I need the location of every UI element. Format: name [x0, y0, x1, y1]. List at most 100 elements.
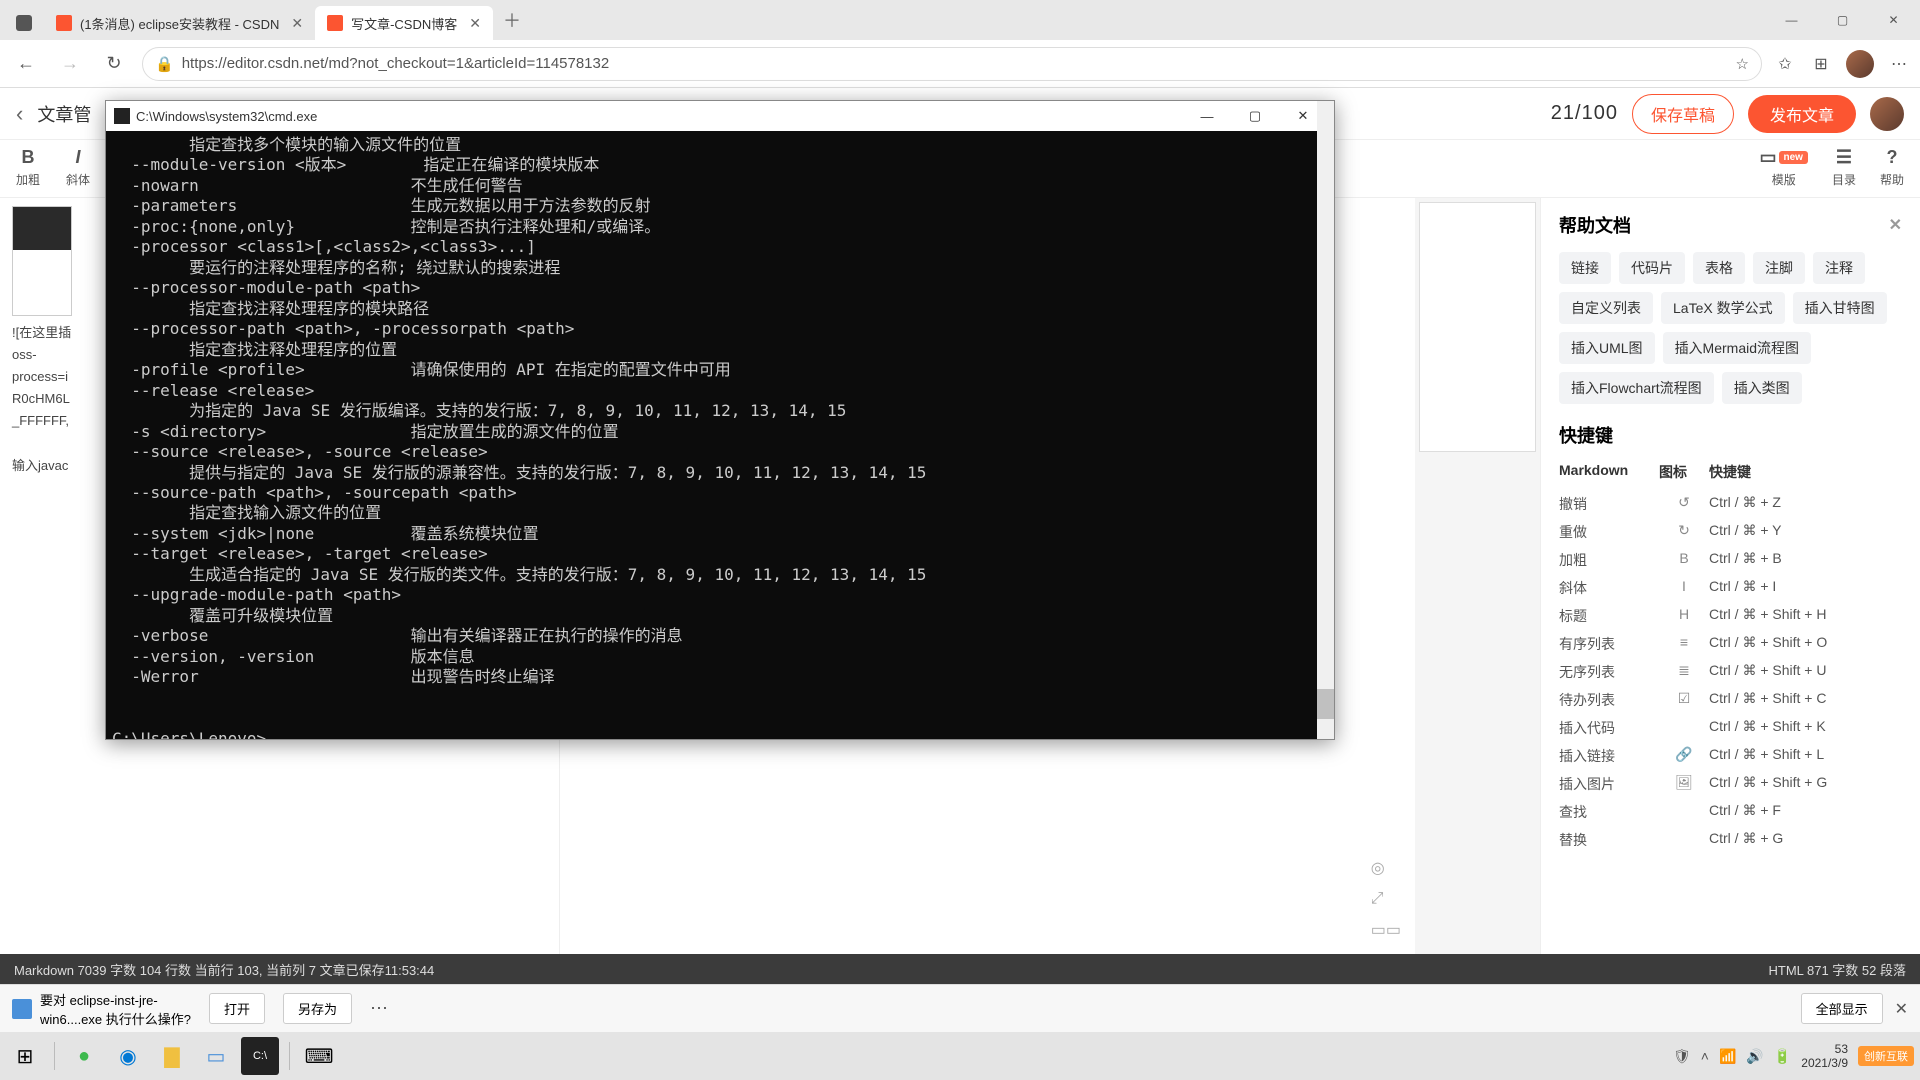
lock-icon: 🔒	[155, 55, 174, 73]
csdn-icon	[327, 15, 343, 31]
help-chip[interactable]: 表格	[1693, 252, 1745, 284]
shortcut-header: Markdown 图标 快捷键	[1559, 458, 1902, 486]
bold-label: 加粗	[16, 171, 40, 188]
watermark: 创新互联	[1858, 1046, 1914, 1066]
back-button[interactable]: ←	[10, 48, 42, 80]
forward-button[interactable]: →	[54, 48, 86, 80]
italic-button[interactable]: I 斜体	[66, 146, 90, 188]
wechat-icon[interactable]: ●	[65, 1037, 103, 1075]
start-button[interactable]: ⊞	[6, 1037, 44, 1075]
cmd-titlebar[interactable]: C:\Windows\system32\cmd.exe — ▢ ✕	[106, 101, 1334, 131]
new-tab-button[interactable]: ＋	[493, 7, 531, 33]
settings-icon[interactable]: ▭	[197, 1037, 235, 1075]
minimap-thumb[interactable]	[1419, 202, 1536, 452]
help-chip[interactable]: 插入甘特图	[1793, 292, 1887, 324]
cmd-window[interactable]: C:\Windows\system32\cmd.exe — ▢ ✕ 指定查找多个…	[105, 100, 1335, 740]
favorites-icon[interactable]: ✩	[1774, 53, 1796, 75]
shortcut-row: 替换Ctrl / ⌘ + G	[1559, 826, 1902, 854]
minimize-button[interactable]: —	[1184, 102, 1230, 130]
minimap-pane	[1415, 198, 1540, 954]
template-icon: ▭new	[1760, 146, 1808, 168]
help-chip[interactable]: 插入Flowchart流程图	[1559, 372, 1714, 404]
shortcut-row: 撤销↺Ctrl / ⌘ + Z	[1559, 490, 1902, 518]
status-bar: Markdown 7039 字数 104 行数 当前行 103, 当前列 7 文…	[0, 954, 1920, 984]
help-chip[interactable]: 注脚	[1753, 252, 1805, 284]
open-button[interactable]: 打开	[209, 993, 265, 1024]
shortcut-row: 查找Ctrl / ⌘ + F	[1559, 798, 1902, 826]
browser-tab-1[interactable]: 写文章-CSDN博客 ✕	[315, 6, 493, 40]
back-icon[interactable]: ‹	[16, 101, 23, 127]
help-panel-title: 帮助文档	[1559, 212, 1631, 238]
close-download-button[interactable]: ✕	[1895, 999, 1908, 1019]
help-chip[interactable]: 链接	[1559, 252, 1611, 284]
close-icon[interactable]: ✕	[291, 15, 303, 32]
user-avatar[interactable]	[1870, 97, 1904, 131]
bold-button[interactable]: B 加粗	[16, 146, 40, 188]
columns-icon[interactable]: ▭▭	[1371, 920, 1401, 940]
shortcut-row: 有序列表≡Ctrl / ⌘ + Shift + O	[1559, 630, 1902, 658]
url-text: https://editor.csdn.net/md?not_checkout=…	[182, 55, 610, 72]
italic-label: 斜体	[66, 171, 90, 188]
help-button[interactable]: ? 帮助	[1880, 146, 1904, 188]
italic-icon: I	[76, 146, 81, 168]
address-bar[interactable]: 🔒 https://editor.csdn.net/md?not_checkou…	[142, 47, 1762, 81]
security-icon[interactable]: 🛡	[1673, 1048, 1691, 1065]
maximize-button[interactable]: ▢	[1232, 102, 1278, 130]
menu-icon[interactable]: ⋯	[1888, 53, 1910, 75]
toc-icon: ☰	[1836, 146, 1852, 168]
volume-icon[interactable]: 🔊	[1746, 1048, 1763, 1065]
show-all-button[interactable]: 全部显示	[1801, 993, 1883, 1024]
close-icon[interactable]: ✕	[469, 15, 481, 32]
wifi-icon[interactable]: 📶	[1719, 1048, 1736, 1065]
expand-icon[interactable]: ⤢	[1371, 890, 1401, 908]
keyboard-icon[interactable]: ⌨	[300, 1037, 338, 1075]
publish-button[interactable]: 发布文章	[1748, 95, 1856, 133]
shortcut-row: 无序列表≣Ctrl / ⌘ + Shift + U	[1559, 658, 1902, 686]
minimize-button[interactable]: —	[1769, 5, 1814, 35]
cmd-title-text: C:\Windows\system32\cmd.exe	[136, 109, 317, 124]
explorer-icon[interactable]: ▇	[153, 1037, 191, 1075]
close-button[interactable]: ✕	[1871, 5, 1916, 35]
help-chip[interactable]: LaTeX 数学公式	[1661, 292, 1785, 324]
favorite-icon[interactable]: ☆	[1736, 55, 1749, 73]
browser-tab-strip: (1条消息) eclipse安装教程 - CSDN ✕ 写文章-CSDN博客 ✕…	[0, 0, 1920, 40]
chevron-up-icon[interactable]: ˄	[1701, 1048, 1709, 1064]
save-draft-button[interactable]: 保存草稿	[1632, 94, 1734, 134]
scrollbar[interactable]	[1317, 101, 1334, 739]
shortcut-row: 待办列表☑Ctrl / ⌘ + Shift + C	[1559, 686, 1902, 714]
file-icon	[12, 999, 32, 1019]
help-chip[interactable]: 代码片	[1619, 252, 1685, 284]
cmd-icon[interactable]: C:\	[241, 1037, 279, 1075]
help-chip[interactable]: 注释	[1813, 252, 1865, 284]
close-icon[interactable]: ✕	[1889, 215, 1902, 235]
toc-button[interactable]: ☰ 目录	[1832, 146, 1856, 188]
more-button[interactable]: ⋯	[370, 998, 388, 1019]
clock[interactable]: 53 2021/3/9	[1801, 1042, 1848, 1071]
help-chips: 链接代码片表格注脚注释自定义列表LaTeX 数学公式插入甘特图插入UML图插入M…	[1559, 252, 1902, 404]
help-chip[interactable]: 插入UML图	[1559, 332, 1655, 364]
shortcut-row: 加粗BCtrl / ⌘ + B	[1559, 546, 1902, 574]
shortcut-row: 插入图片🖼Ctrl / ⌘ + Shift + G	[1559, 770, 1902, 798]
template-button[interactable]: ▭new 模版	[1760, 146, 1808, 188]
browser-tab-0[interactable]: (1条消息) eclipse安装教程 - CSDN ✕	[44, 6, 315, 40]
save-as-button[interactable]: 另存为	[283, 993, 352, 1024]
new-badge: new	[1779, 151, 1808, 164]
help-chip[interactable]: 插入类图	[1722, 372, 1802, 404]
help-chip[interactable]: 插入Mermaid流程图	[1663, 332, 1811, 364]
scrollbar-thumb[interactable]	[1317, 689, 1334, 719]
target-icon[interactable]: ◎	[1371, 858, 1401, 878]
help-panel: 帮助文档 ✕ 链接代码片表格注脚注释自定义列表LaTeX 数学公式插入甘特图插入…	[1540, 198, 1920, 954]
browser-address-row: ← → ↻ 🔒 https://editor.csdn.net/md?not_c…	[0, 40, 1920, 88]
collections-icon[interactable]: ⊞	[1810, 53, 1832, 75]
profile-avatar[interactable]	[1846, 50, 1874, 78]
cmd-output[interactable]: 指定查找多个模块的输入源文件的位置 --module-version <版本> …	[106, 131, 1334, 739]
edge-home-tab[interactable]	[4, 6, 44, 40]
refresh-button[interactable]: ↻	[98, 48, 130, 80]
shortcut-row: 标题HCtrl / ⌘ + Shift + H	[1559, 602, 1902, 630]
help-icon: ?	[1886, 146, 1897, 168]
edge-icon[interactable]: ◉	[109, 1037, 147, 1075]
cmd-icon	[114, 108, 130, 124]
help-chip[interactable]: 自定义列表	[1559, 292, 1653, 324]
maximize-button[interactable]: ▢	[1820, 5, 1865, 35]
battery-icon[interactable]: 🔋	[1774, 1048, 1791, 1065]
